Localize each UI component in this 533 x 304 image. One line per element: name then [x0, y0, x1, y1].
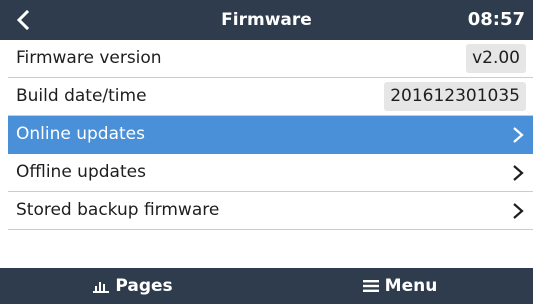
- header-bar: Firmware 08:57: [0, 0, 533, 40]
- row-offline-updates[interactable]: Offline updates: [8, 154, 533, 192]
- menu-label: Menu: [384, 276, 438, 296]
- pages-button[interactable]: Pages: [0, 268, 266, 304]
- firmware-version-value: v2.00: [466, 44, 526, 73]
- settings-list: Firmware version v2.00 Build date/time 2…: [8, 40, 533, 230]
- row-label: Offline updates: [16, 162, 146, 182]
- menu-button[interactable]: Menu: [267, 268, 533, 304]
- firmware-screen: Firmware 08:57 Firmware version v2.00 Bu…: [0, 0, 533, 304]
- bar-chart-icon: [93, 282, 110, 293]
- hamburger-icon: [362, 280, 379, 292]
- row-label: Firmware version: [16, 48, 162, 68]
- build-date-value: 201612301035: [384, 82, 526, 111]
- row-build-date: Build date/time 201612301035: [8, 78, 533, 116]
- row-stored-backup-firmware[interactable]: Stored backup firmware: [8, 192, 533, 230]
- pages-label: Pages: [115, 276, 173, 296]
- clock: 08:57: [467, 9, 525, 30]
- chevron-right-icon: [513, 203, 524, 219]
- row-online-updates[interactable]: Online updates: [8, 116, 533, 154]
- row-label: Online updates: [16, 124, 145, 144]
- page-title: Firmware: [221, 10, 312, 30]
- chevron-right-icon: [513, 165, 524, 181]
- row-label: Build date/time: [16, 86, 147, 106]
- chevron-right-icon: [513, 127, 524, 143]
- row-label: Stored backup firmware: [16, 200, 220, 220]
- footer-bar: Pages Menu: [0, 268, 533, 304]
- row-firmware-version: Firmware version v2.00: [8, 40, 533, 78]
